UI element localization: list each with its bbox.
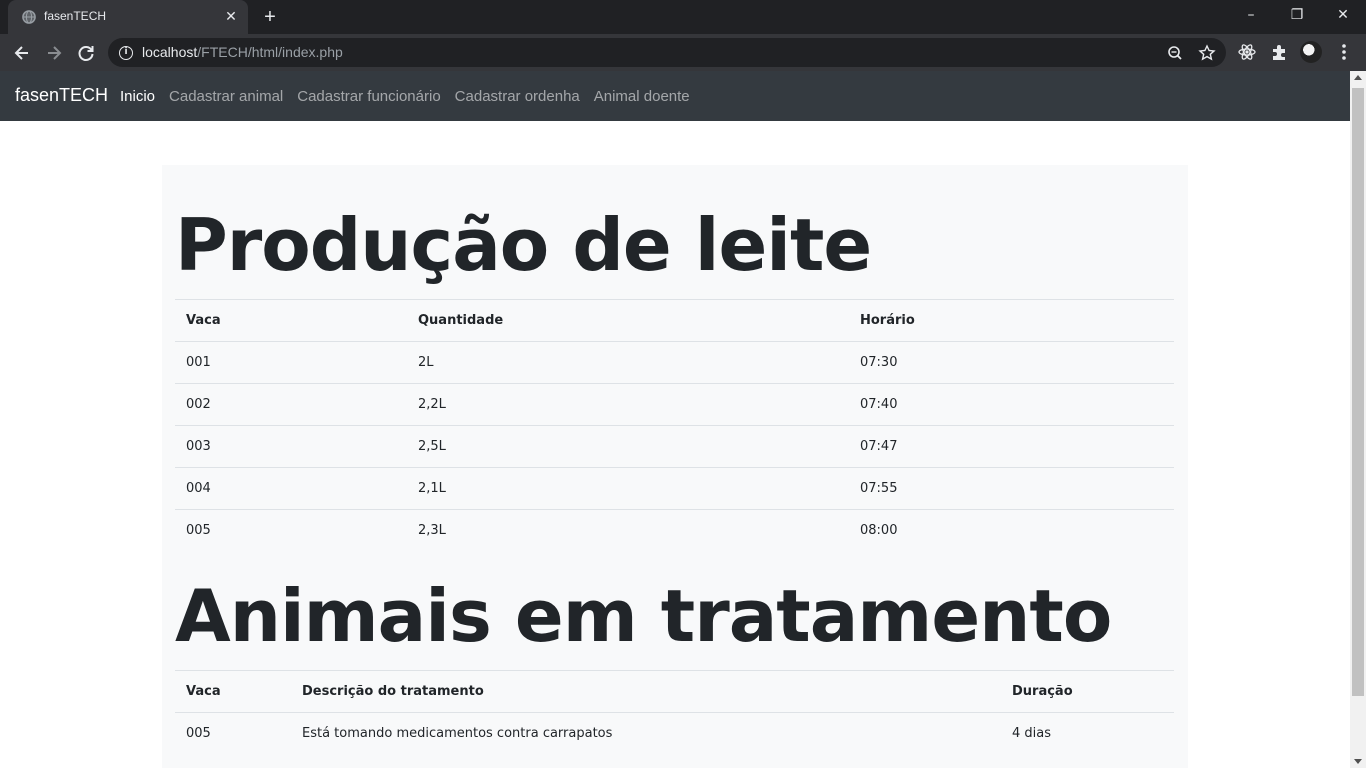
milk-production-table: Vaca Quantidade Horário 001 2L 07:30 002… (175, 299, 1174, 552)
column-header-vaca: Vaca (175, 299, 407, 342)
cell-quantidade: 2,1L (407, 467, 849, 510)
url-text: localhost/FTECH/html/index.php (142, 44, 343, 60)
cell-horario: 07:55 (849, 467, 1174, 510)
scroll-up-arrow-icon[interactable] (1354, 75, 1362, 80)
nav-link-cadastrar-funcionario[interactable]: Cadastrar funcionário (297, 88, 440, 105)
cell-vaca: 005 (175, 509, 407, 552)
close-tab-icon[interactable]: ✕ (222, 8, 240, 26)
column-header-horario: Horário (849, 299, 1174, 342)
cell-vaca: 003 (175, 425, 407, 468)
nav-link-cadastrar-animal[interactable]: Cadastrar animal (169, 88, 283, 105)
cell-quantidade: 2,3L (407, 509, 849, 552)
table-row: 004 2,1L 07:55 (175, 467, 1174, 510)
globe-icon (22, 10, 36, 24)
cell-horario: 07:30 (849, 341, 1174, 384)
column-header-duracao: Duração (1001, 670, 1174, 713)
tab-title: fasenTECH (44, 9, 107, 23)
scroll-down-arrow-icon[interactable] (1354, 759, 1362, 764)
cell-quantidade: 2L (407, 341, 849, 384)
table-row: 003 2,5L 07:47 (175, 425, 1174, 468)
nav-link-cadastrar-ordenha[interactable]: Cadastrar ordenha (455, 88, 580, 105)
page-viewport: fasenTECH Inicio Cadastrar animal Cadast… (0, 71, 1350, 768)
brand-logo[interactable]: fasenTECH (15, 85, 108, 106)
table-row: 005 Está tomando medicamentos contra car… (175, 712, 1174, 755)
address-bar[interactable]: i localhost/FTECH/html/index.php (108, 38, 1226, 67)
browser-tab[interactable]: fasenTECH ✕ (8, 0, 248, 34)
column-header-descricao: Descrição do tratamento (291, 670, 1001, 713)
reload-icon[interactable] (72, 39, 100, 67)
kebab-menu-icon[interactable] (1331, 39, 1357, 65)
table-header-row: Vaca Descrição do tratamento Duração (175, 670, 1174, 713)
content-container: Produção de leite Vaca Quantidade Horári… (162, 165, 1188, 768)
cell-descricao: Está tomando medicamentos contra carrapa… (291, 712, 1001, 755)
app-navbar: fasenTECH Inicio Cadastrar animal Cadast… (0, 71, 1350, 121)
column-header-vaca: Vaca (175, 670, 291, 713)
cell-vaca: 002 (175, 383, 407, 426)
table-row: 005 2,3L 08:00 (175, 509, 1174, 552)
nav-link-animal-doente[interactable]: Animal doente (594, 88, 690, 105)
nav-link-inicio[interactable]: Inicio (120, 88, 155, 105)
milk-production-title: Produção de leite (175, 203, 872, 287)
column-header-quantidade: Quantidade (407, 299, 849, 342)
browser-toolbar: i localhost/FTECH/html/index.php (0, 34, 1366, 71)
cell-horario: 07:47 (849, 425, 1174, 468)
table-header-row: Vaca Quantidade Horário (175, 299, 1174, 342)
info-icon[interactable]: i (119, 46, 133, 60)
restore-button[interactable]: ❐ (1274, 0, 1320, 30)
browser-tab-strip: fasenTECH ✕ + – ❐ ✕ (0, 0, 1366, 34)
back-icon[interactable] (8, 39, 36, 67)
zoom-icon[interactable] (1164, 42, 1186, 64)
table-row: 002 2,2L 07:40 (175, 383, 1174, 426)
bookmark-star-icon[interactable] (1196, 42, 1218, 64)
cell-quantidade: 2,5L (407, 425, 849, 468)
cell-vaca: 004 (175, 467, 407, 510)
scrollbar-thumb[interactable] (1352, 88, 1364, 696)
cell-vaca: 001 (175, 341, 407, 384)
cell-horario: 08:00 (849, 509, 1174, 552)
extensions-puzzle-icon[interactable] (1266, 39, 1292, 65)
cell-horario: 07:40 (849, 383, 1174, 426)
window-close-button[interactable]: ✕ (1320, 0, 1366, 30)
cell-vaca: 005 (175, 712, 291, 755)
cell-quantidade: 2,2L (407, 383, 849, 426)
cell-duracao: 4 dias (1001, 712, 1174, 755)
table-row: 001 2L 07:30 (175, 341, 1174, 384)
nav-links: Inicio Cadastrar animal Cadastrar funcio… (120, 88, 704, 105)
new-tab-button[interactable]: + (258, 6, 282, 30)
react-devtools-icon[interactable] (1234, 39, 1260, 65)
treatment-table: Vaca Descrição do tratamento Duração 005… (175, 670, 1174, 755)
profile-avatar[interactable] (1300, 41, 1322, 63)
treatment-title: Animais em tratamento (175, 574, 1112, 658)
forward-icon[interactable] (40, 39, 68, 67)
vertical-scrollbar[interactable] (1350, 71, 1366, 768)
minimize-button[interactable]: – (1228, 0, 1274, 30)
